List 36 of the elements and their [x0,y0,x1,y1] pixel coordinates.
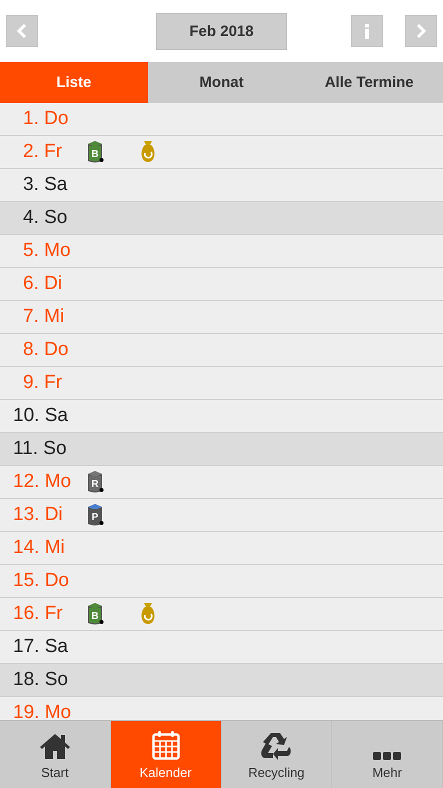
day-label: 13. Di [12,504,63,526]
bin-icon: B [86,602,104,626]
day-label: 7. Mi [22,306,64,328]
day-label: 15. Do [12,570,69,592]
chevron-left-icon [17,24,27,38]
home-icon [38,732,71,760]
month-button[interactable]: Feb 2018 [156,12,287,50]
day-label: 16. Fr [12,603,63,625]
day-label: 19. Mo [12,702,72,720]
previous-button[interactable] [6,15,38,47]
more-icon [373,752,402,760]
calendar-icon [152,730,180,760]
day-label: 8. Do [22,339,68,361]
day-label: 4. So [22,207,68,229]
day-label: 5. Mo [22,240,71,262]
bag-icon [139,602,157,626]
day-label: 2. Fr [22,141,62,163]
info-button[interactable] [351,15,383,47]
day-label: 14. Mi [12,537,65,559]
day-label: 9. Fr [22,372,62,394]
day-label: 18. So [12,669,68,691]
next-button[interactable] [405,15,437,47]
day-label: 17. Sa [12,636,68,658]
day-label: 12. Mo [12,471,72,493]
bin-icon: B [86,140,104,164]
day-label: 1. Do [22,108,68,130]
day-label: 3. Sa [22,174,68,196]
bin-icon: R [86,470,104,494]
info-icon [364,24,370,38]
chevron-right-icon [416,24,426,38]
day-label: 11. So [12,438,67,460]
recycle-icon [260,730,292,760]
day-label: 6. Di [22,273,62,295]
bin-icon: P [86,503,104,527]
day-label: 10. Sa [12,405,68,427]
bag-icon [139,140,157,164]
